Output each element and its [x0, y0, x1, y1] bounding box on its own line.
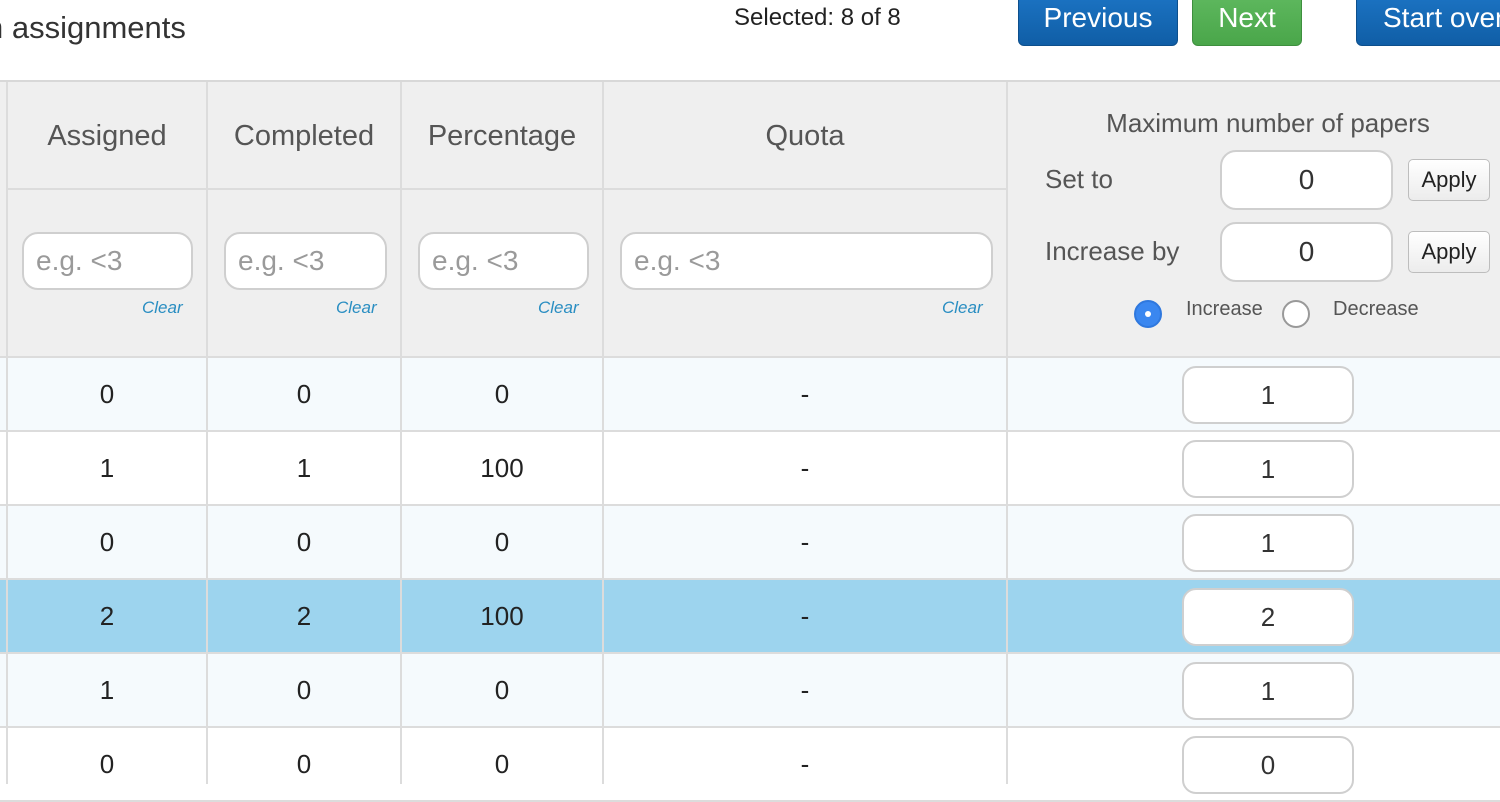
assigned-cell: 1: [99, 675, 115, 705]
percentage-cell: 100: [480, 601, 524, 631]
decrease-radio[interactable]: [1282, 300, 1310, 328]
table-row[interactable]: 2 2 100 - 2: [0, 580, 1500, 654]
increase-by-label: Increase by: [1045, 236, 1180, 266]
table-row[interactable]: 1 1 100 - 1: [0, 432, 1500, 506]
assigned-cell: 0: [99, 379, 115, 409]
column-divider: [206, 82, 208, 784]
completed-clear-link[interactable]: Clear: [336, 298, 377, 318]
assigned-filter-input[interactable]: [22, 232, 193, 290]
assigned-cell: 2: [99, 601, 115, 631]
max-papers-input[interactable]: 1: [1182, 514, 1354, 572]
column-header-completed[interactable]: Completed: [208, 120, 400, 153]
percentage-filter-input[interactable]: [418, 232, 589, 290]
table-row[interactable]: 1 0 0 - 1: [0, 654, 1500, 728]
percentage-cell: 0: [494, 527, 510, 557]
quota-cell: -: [800, 379, 810, 409]
column-header-assigned[interactable]: Assigned: [8, 120, 206, 153]
completed-cell: 1: [296, 453, 312, 483]
column-divider: [1006, 82, 1008, 784]
column-header-percentage[interactable]: Percentage: [402, 120, 602, 153]
quota-cell: -: [800, 601, 810, 631]
page-title: n assignments: [0, 10, 186, 45]
completed-cell: 0: [296, 379, 312, 409]
set-to-apply-button[interactable]: Apply: [1408, 159, 1490, 201]
assignments-table: Assigned Completed Percentage Quota Clea…: [0, 80, 1500, 802]
table-row[interactable]: 0 0 0 - 1: [0, 506, 1500, 580]
previous-button[interactable]: Previous: [1018, 0, 1178, 46]
set-to-label: Set to: [1045, 164, 1113, 194]
percentage-cell: 0: [494, 749, 510, 779]
completed-cell: 0: [296, 749, 312, 779]
set-to-input[interactable]: [1220, 150, 1393, 210]
max-papers-input[interactable]: 1: [1182, 662, 1354, 720]
max-papers-title: Maximum number of papers: [1106, 108, 1430, 138]
table-row[interactable]: 0 0 0 - 1: [0, 358, 1500, 432]
assigned-cell: 0: [99, 527, 115, 557]
percentage-cell: 100: [480, 453, 524, 483]
quota-clear-link[interactable]: Clear: [942, 298, 983, 318]
table-row[interactable]: 0 0 0 - 0: [0, 728, 1500, 802]
column-divider: [400, 82, 402, 784]
completed-cell: 0: [296, 675, 312, 705]
percentage-cell: 0: [494, 379, 510, 409]
completed-cell: 0: [296, 527, 312, 557]
completed-filter-input[interactable]: [224, 232, 387, 290]
decrease-radio-label: Decrease: [1333, 298, 1419, 320]
column-divider: [602, 82, 604, 784]
percentage-cell: 0: [494, 675, 510, 705]
quota-cell: -: [800, 527, 810, 557]
assigned-cell: 0: [99, 749, 115, 779]
quota-cell: -: [800, 749, 810, 779]
column-divider: [6, 82, 8, 784]
percentage-clear-link[interactable]: Clear: [538, 298, 579, 318]
next-button[interactable]: Next: [1192, 0, 1302, 46]
max-papers-input[interactable]: 2: [1182, 588, 1354, 646]
increase-radio[interactable]: [1134, 300, 1162, 328]
quota-cell: -: [800, 675, 810, 705]
quota-filter-input[interactable]: [620, 232, 993, 290]
top-bar: n assignments Selected: 8 of 8 Previous …: [0, 0, 1500, 80]
quota-cell: -: [800, 453, 810, 483]
assigned-cell: 1: [99, 453, 115, 483]
max-papers-input[interactable]: 1: [1182, 440, 1354, 498]
increase-radio-label: Increase: [1186, 298, 1263, 320]
max-papers-input[interactable]: 0: [1182, 736, 1354, 794]
completed-cell: 2: [296, 601, 312, 631]
column-header-quota[interactable]: Quota: [604, 120, 1006, 153]
assigned-clear-link[interactable]: Clear: [142, 298, 183, 318]
increase-by-input[interactable]: [1220, 222, 1393, 282]
increase-by-apply-button[interactable]: Apply: [1408, 231, 1490, 273]
start-over-button[interactable]: Start over: [1356, 0, 1500, 46]
header-divider: [8, 188, 1006, 190]
selection-count: Selected: 8 of 8: [734, 4, 901, 31]
max-papers-input[interactable]: 1: [1182, 366, 1354, 424]
